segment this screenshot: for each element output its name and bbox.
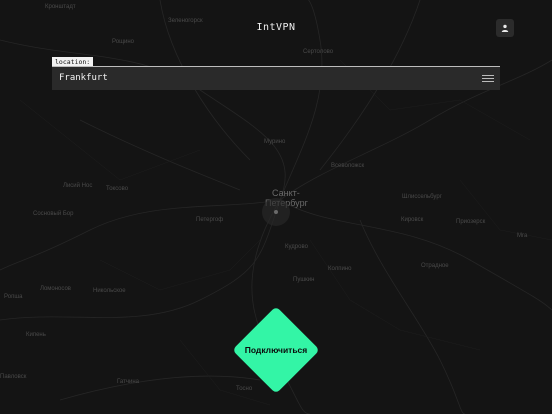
- svg-text:Ропша: Ропша: [4, 294, 23, 300]
- svg-text:Всеволожск: Всеволожск: [331, 163, 365, 169]
- profile-button[interactable]: [496, 19, 514, 37]
- connect-button[interactable]: Подключиться: [232, 306, 320, 394]
- svg-text:Ломоносов: Ломоносов: [40, 286, 71, 292]
- svg-text:Приозерск: Приозерск: [456, 219, 486, 225]
- svg-text:Мурино: Мурино: [264, 139, 286, 145]
- svg-text:Кипень: Кипень: [26, 332, 46, 338]
- svg-text:Колпино: Колпино: [328, 266, 352, 272]
- svg-text:Кронштадт: Кронштадт: [45, 4, 76, 10]
- svg-text:Рощино: Рощино: [112, 39, 135, 45]
- svg-text:Отрадное: Отрадное: [421, 263, 449, 269]
- svg-text:Сертолово: Сертолово: [303, 49, 334, 55]
- svg-text:Кировск: Кировск: [401, 217, 424, 223]
- svg-text:Токсово: Токсово: [106, 186, 129, 192]
- svg-text:Сосновый Бор: Сосновый Бор: [33, 210, 74, 217]
- svg-text:Мга: Мга: [517, 233, 528, 239]
- connect-label: Подключиться: [244, 345, 308, 355]
- map-city-line1: Санкт-: [272, 188, 300, 198]
- location-selector[interactable]: Frankfurt: [52, 66, 500, 90]
- app-title: IntVPN: [256, 22, 296, 33]
- location-value: Frankfurt: [59, 73, 108, 83]
- svg-text:Гатчина: Гатчина: [117, 379, 140, 385]
- svg-text:Шлиссельбург: Шлиссельбург: [402, 194, 443, 200]
- svg-text:Пушкин: Пушкин: [293, 277, 314, 283]
- hamburger-menu-icon[interactable]: [482, 73, 494, 83]
- svg-text:Никольское: Никольское: [93, 288, 126, 294]
- svg-text:Павловск: Павловск: [0, 374, 27, 380]
- svg-text:Кудрово: Кудрово: [285, 244, 309, 250]
- user-icon: [501, 24, 509, 32]
- svg-text:Лисий Нос: Лисий Нос: [63, 182, 92, 189]
- svg-text:Петергоф: Петергоф: [196, 217, 223, 223]
